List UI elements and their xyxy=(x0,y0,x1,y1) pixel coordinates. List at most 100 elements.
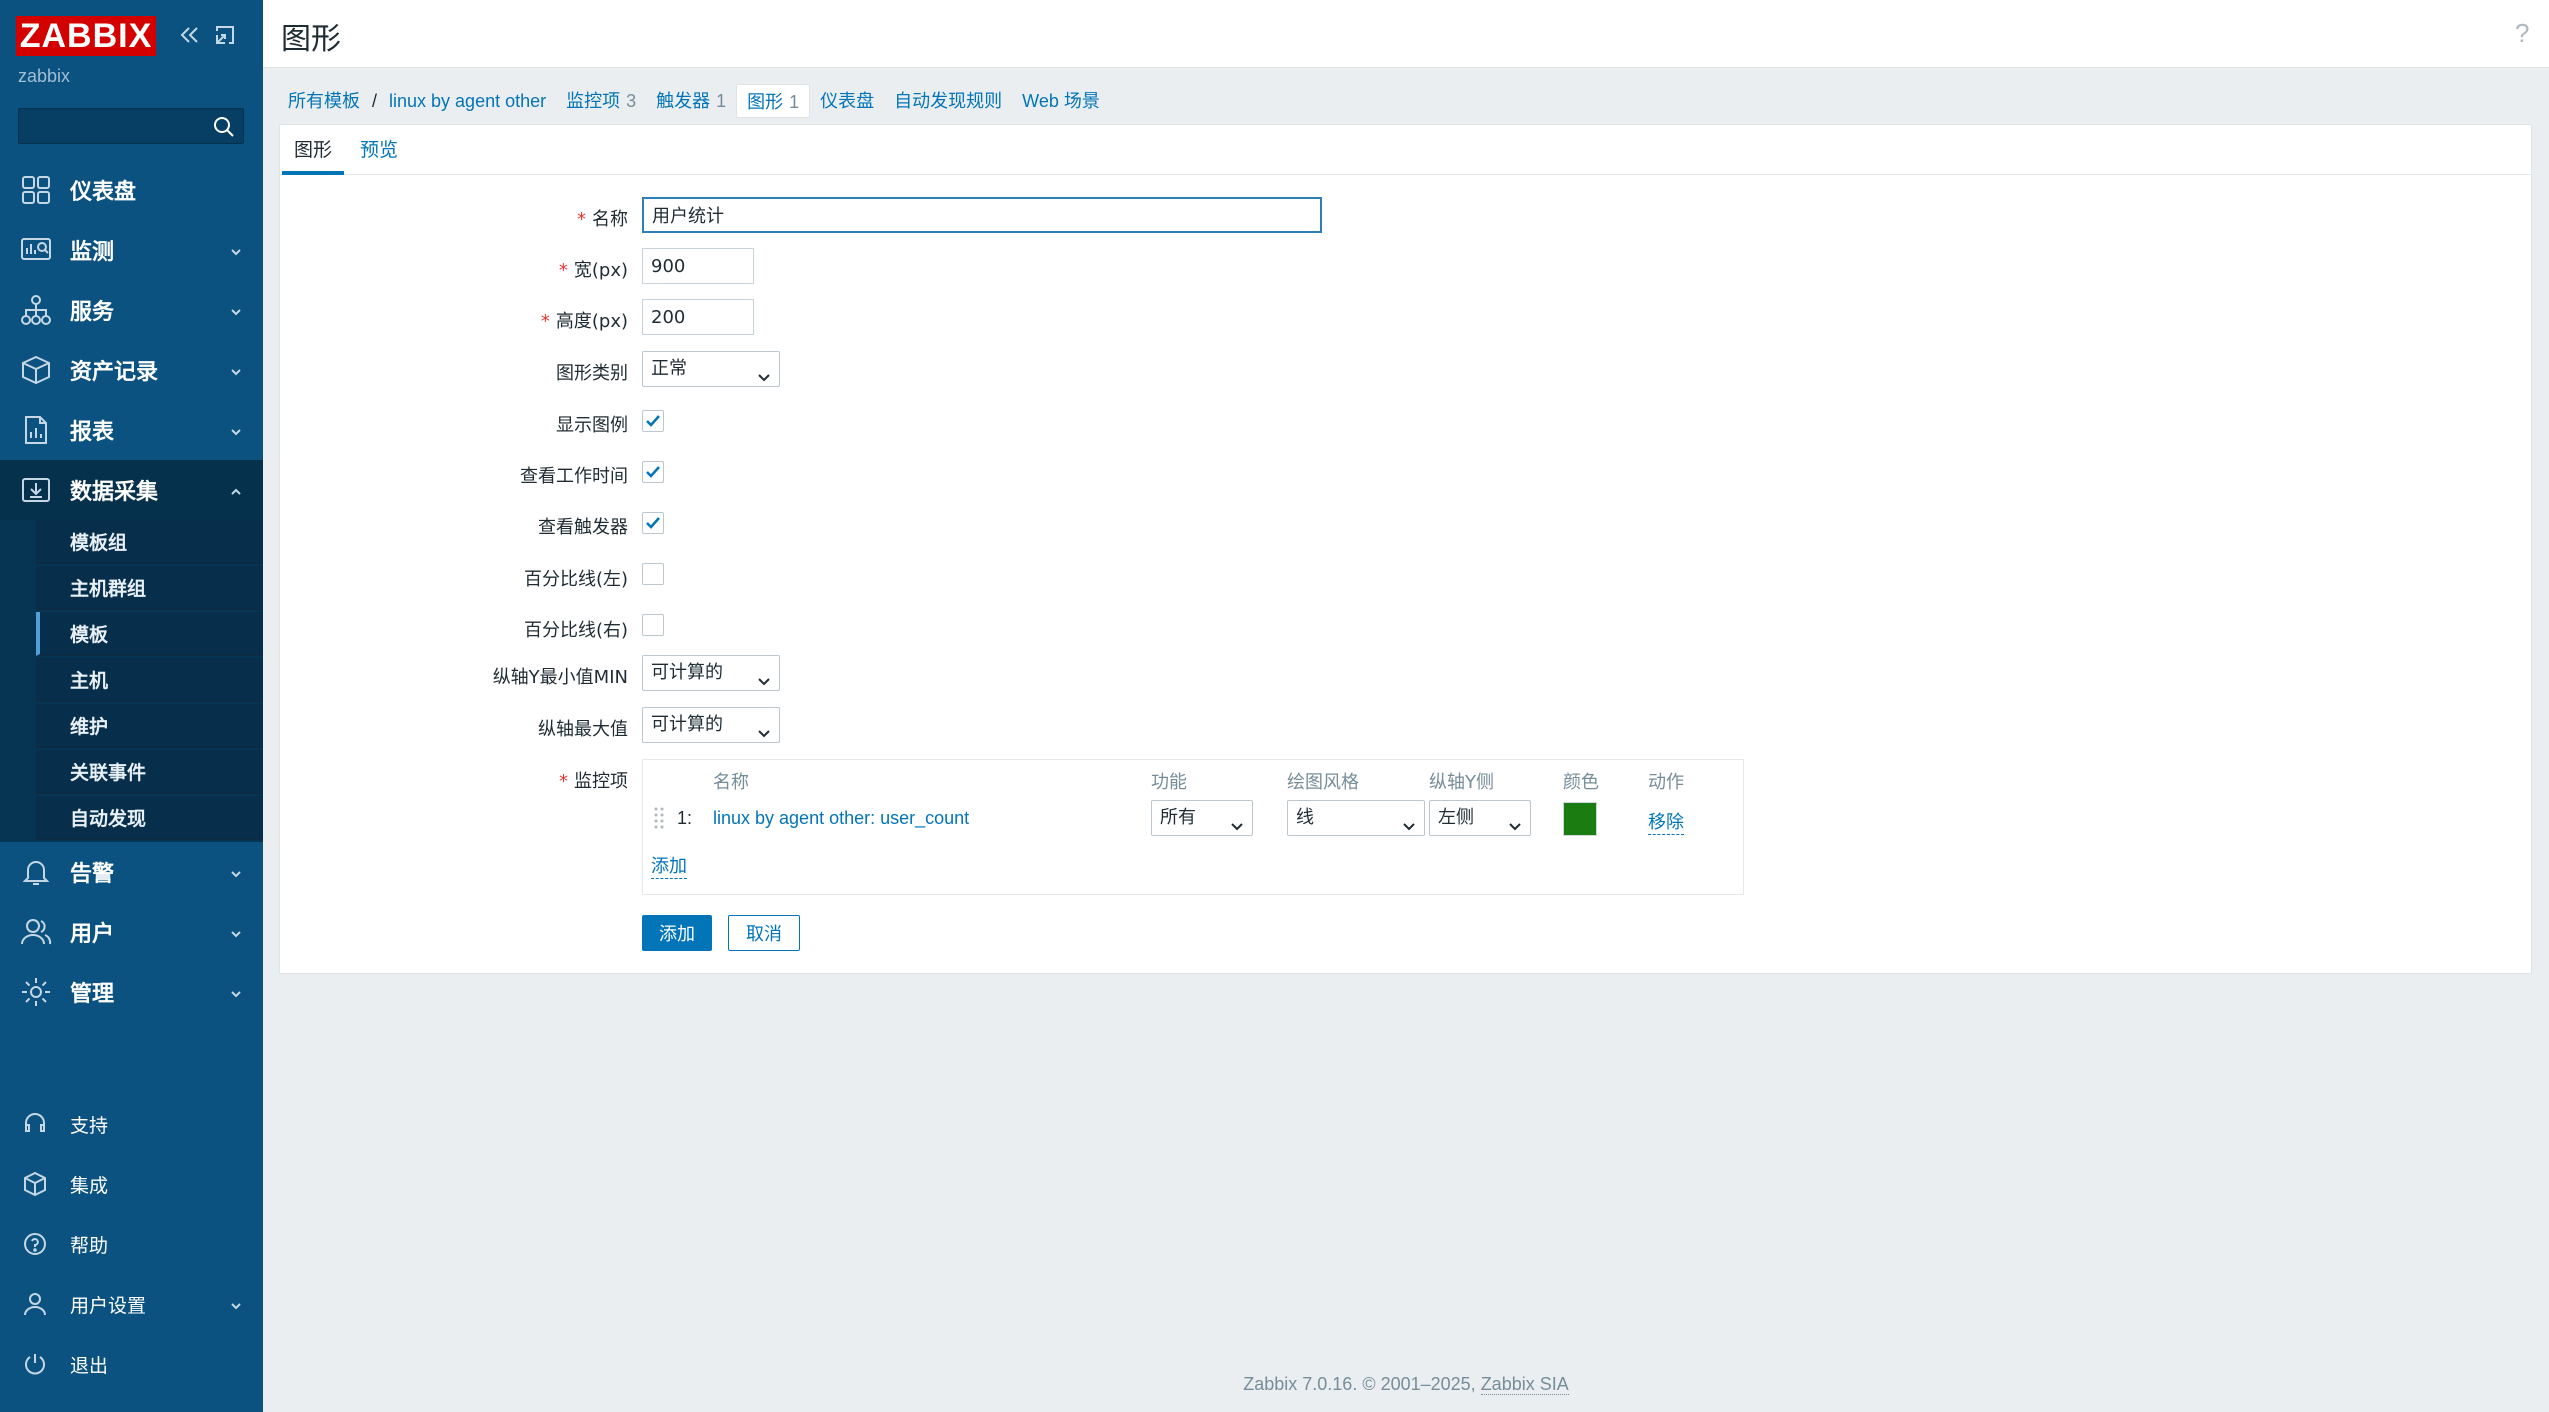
server-name: zabbix xyxy=(18,66,71,86)
item-y-axis-side-select[interactable]: 左侧 xyxy=(1429,800,1531,836)
alerts-icon xyxy=(20,856,52,888)
submenu-label: 维护 xyxy=(70,715,109,738)
chevron-down-icon xyxy=(757,666,771,686)
submenu-item-templates[interactable]: 模板 xyxy=(36,612,263,656)
reports-icon xyxy=(20,414,52,446)
ymin-label: 纵轴Y最小值MIN xyxy=(492,667,628,688)
column-header-color: 颜色 xyxy=(1563,772,1599,793)
add-button[interactable]: 添加 xyxy=(642,915,712,951)
ymax-type-select[interactable]: 可计算的 xyxy=(642,707,780,743)
submenu-item-maintenance[interactable]: 维护 xyxy=(36,704,263,748)
item-draw-style-select[interactable]: 线 xyxy=(1287,800,1425,836)
show-triggers-checkbox[interactable] xyxy=(642,512,664,534)
breadcrumb-template[interactable]: linux by agent other xyxy=(379,84,556,118)
breadcrumb-dashboards[interactable]: 仪表盘 xyxy=(810,84,884,118)
label-text: 宽(px) xyxy=(573,260,628,281)
users-icon xyxy=(20,916,52,948)
search-icon[interactable] xyxy=(213,116,235,138)
tab-graph[interactable]: 图形 xyxy=(282,137,345,175)
breadcrumb-graphs[interactable]: 图形 1 xyxy=(736,84,811,118)
form-row-name: * 名称 xyxy=(280,197,2531,235)
percentile-left-checkbox[interactable] xyxy=(642,563,664,585)
required-mark: * xyxy=(577,209,586,230)
nav-item-monitoring[interactable]: 监测 xyxy=(0,220,263,280)
height-input[interactable] xyxy=(642,299,754,335)
support-icon xyxy=(22,1111,48,1137)
show-legend-checkbox[interactable] xyxy=(642,410,664,432)
submenu-item-host-groups[interactable]: 主机群组 xyxy=(36,566,263,610)
question-icon[interactable]: ? xyxy=(2515,18,2535,48)
breadcrumb-triggers[interactable]: 触发器 1 xyxy=(646,84,736,118)
nav-label: 用户设置 xyxy=(70,1294,147,1317)
data-collection-icon xyxy=(20,474,52,506)
collapse-sidebar-icon[interactable] xyxy=(176,22,202,48)
nav-label: 告警 xyxy=(70,862,115,887)
breadcrumb-web-scenarios[interactable]: Web 场景 xyxy=(1012,84,1110,118)
nav-item-administration[interactable]: 管理 xyxy=(0,962,263,1022)
dashboard-icon xyxy=(20,174,52,206)
select-value: 线 xyxy=(1296,807,1314,828)
nav-item-alerts[interactable]: 告警 xyxy=(0,842,263,902)
breadcrumb-label: 图形 xyxy=(747,92,784,112)
nav-label: 仪表盘 xyxy=(70,180,137,205)
tab-preview[interactable]: 预览 xyxy=(348,137,410,175)
submenu-label: 模板组 xyxy=(70,531,128,554)
nav-item-inventory[interactable]: 资产记录 xyxy=(0,340,263,400)
services-icon xyxy=(20,294,52,326)
form-row-show-legend: 显示图例 xyxy=(280,403,2531,441)
graph-type-select[interactable]: 正常 xyxy=(642,351,780,387)
footer-link[interactable]: Zabbix SIA xyxy=(1480,1374,1569,1395)
nav-label: 支持 xyxy=(70,1114,109,1137)
kiosk-mode-icon[interactable] xyxy=(212,22,238,48)
nav-item-support[interactable]: 支持 xyxy=(0,1096,263,1152)
form-row-show-triggers: 查看触发器 xyxy=(280,505,2531,543)
sidebar-search[interactable] xyxy=(18,108,244,144)
nav-item-services[interactable]: 服务 xyxy=(0,280,263,340)
select-value: 左侧 xyxy=(1438,807,1474,828)
breadcrumb-count: 3 xyxy=(626,91,637,111)
column-header-name: 名称 xyxy=(713,772,749,793)
work-period-checkbox[interactable] xyxy=(642,461,664,483)
breadcrumb-discovery-rules[interactable]: 自动发现规则 xyxy=(884,84,1012,118)
width-input[interactable] xyxy=(642,248,754,284)
nav-item-user-settings[interactable]: 用户设置 xyxy=(0,1276,263,1332)
nav-item-data-collection[interactable]: 数据采集 xyxy=(0,460,263,520)
zabbix-logo[interactable]: ZABBIX xyxy=(16,16,156,56)
nav-label: 集成 xyxy=(70,1174,109,1197)
form-row-height: * 高度(px) xyxy=(280,299,2531,337)
nav-item-integrations[interactable]: 集成 xyxy=(0,1156,263,1212)
percentile-right-checkbox[interactable] xyxy=(642,614,664,636)
sidebar-search-input[interactable] xyxy=(19,109,199,143)
administration-icon xyxy=(20,976,52,1008)
items-table: 名称 功能 绘图风格 纵轴Y侧 颜色 动作 1: linux by agent … xyxy=(642,759,1744,895)
required-mark: * xyxy=(559,771,568,792)
item-function-select[interactable]: 所有 xyxy=(1151,800,1253,836)
item-name-link[interactable]: linux by agent other: user_count xyxy=(713,808,969,829)
item-color-picker[interactable] xyxy=(1563,802,1597,836)
nav-item-help[interactable]: 帮助 xyxy=(0,1216,263,1272)
nav-item-users[interactable]: 用户 xyxy=(0,902,263,962)
nav-label: 管理 xyxy=(70,982,115,1007)
nav-item-sign-out[interactable]: 退出 xyxy=(0,1336,263,1392)
height-label: * 高度(px) xyxy=(541,307,628,333)
add-item-link[interactable]: 添加 xyxy=(651,852,687,879)
breadcrumb-count: 1 xyxy=(716,91,727,111)
breadcrumb-all-templates[interactable]: 所有模板 xyxy=(278,84,370,118)
drag-handle-icon[interactable] xyxy=(653,806,665,832)
nav-label: 报表 xyxy=(70,420,115,445)
nav-item-dashboard[interactable]: 仪表盘 xyxy=(0,160,263,220)
sidebar: ZABBIX zabbix 仪表盘 监测 服务 资产记录 报表 数据采集 模板组… xyxy=(0,0,263,1412)
ymin-type-select[interactable]: 可计算的 xyxy=(642,655,780,691)
submenu-item-event-correlation[interactable]: 关联事件 xyxy=(36,750,263,794)
breadcrumb-items[interactable]: 监控项 3 xyxy=(556,84,646,118)
form-row-percentile-right: 百分比线(右) xyxy=(280,608,2531,646)
select-value: 可计算的 xyxy=(651,714,723,735)
nav-item-reports[interactable]: 报表 xyxy=(0,400,263,460)
submenu-item-hosts[interactable]: 主机 xyxy=(36,658,263,702)
item-remove-link[interactable]: 移除 xyxy=(1648,808,1684,835)
name-input[interactable] xyxy=(642,197,1322,233)
cancel-button[interactable]: 取消 xyxy=(728,915,800,951)
submenu-item-discovery[interactable]: 自动发现 xyxy=(36,796,263,840)
submenu-item-template-groups[interactable]: 模板组 xyxy=(36,520,263,564)
name-label: * 名称 xyxy=(577,205,628,231)
